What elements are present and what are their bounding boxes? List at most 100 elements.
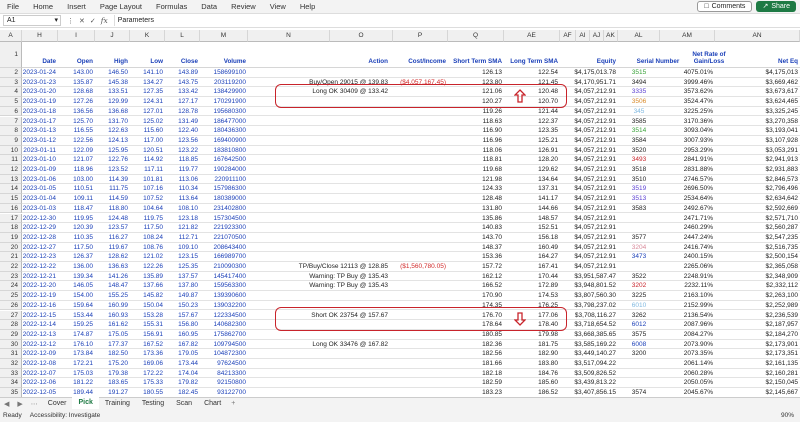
cell-close[interactable]: 127.17	[166, 97, 200, 107]
cell-date[interactable]: 2023-01-13	[22, 126, 58, 136]
cell-close[interactable]: 123.18	[166, 214, 200, 224]
cell-rate[interactable]: 2416.74%	[661, 243, 715, 253]
cell-volume[interactable]: 84213300	[202, 369, 248, 379]
cell-equity[interactable]: $4,057,212.91	[548, 184, 618, 194]
cell-equity[interactable]: $3,517,094.22	[548, 359, 618, 369]
cell-neteq[interactable]: $2,365,058	[716, 262, 800, 272]
row-number[interactable]: 8	[0, 126, 22, 136]
cell-equity[interactable]: $4,057,212.91	[548, 117, 618, 127]
cell-serial[interactable]: 3518	[620, 165, 660, 175]
cell-volume[interactable]: 138429900	[202, 87, 248, 97]
cell-open[interactable]: 122.09	[61, 146, 95, 156]
cell-high[interactable]: 122.63	[96, 126, 130, 136]
column-header-h[interactable]: H	[22, 30, 58, 42]
sheet-tab-chart[interactable]: Chart	[198, 398, 227, 410]
cell-close[interactable]: 123.56	[166, 136, 200, 146]
cell-rate[interactable]: 2136.54%	[661, 311, 715, 321]
cell-date[interactable]: 2023-01-12	[22, 136, 58, 146]
cell-ssma[interactable]: 148.37	[450, 243, 504, 253]
cell-date[interactable]: 2022-12-28	[22, 233, 58, 243]
row-number[interactable]: 1	[0, 42, 22, 68]
cell-volume[interactable]: 139390600	[202, 291, 248, 301]
cell-action[interactable]: Long OK 33476 @ 167.82	[250, 340, 390, 350]
cell-neteq[interactable]: $2,150,045	[716, 378, 800, 388]
row-number[interactable]: 15	[0, 194, 22, 204]
cell-volume[interactable]: 190284000	[202, 165, 248, 175]
cell-rate[interactable]: 3524.47%	[661, 97, 715, 107]
row-number[interactable]: 26	[0, 300, 22, 311]
cell-close[interactable]: 123.15	[166, 252, 200, 262]
cell-serial[interactable]: 3585	[620, 117, 660, 127]
cell-low[interactable]: 175.33	[131, 378, 165, 388]
cell-neteq[interactable]: $2,252,989	[716, 301, 800, 311]
cell-low[interactable]: 125.02	[131, 117, 165, 127]
cell-open[interactable]: 127.26	[61, 97, 95, 107]
cell-close[interactable]: 150.23	[166, 301, 200, 311]
cell-rate[interactable]: 2460.29%	[661, 223, 715, 233]
cell-date[interactable]: 2022-12-08	[22, 359, 58, 369]
cell-open[interactable]: 146.05	[61, 281, 95, 291]
name-box[interactable]: A1 ▾	[3, 15, 61, 26]
cell-rate[interactable]: 2492.67%	[661, 204, 715, 214]
cell-ssma[interactable]: 170.90	[450, 291, 504, 301]
cell-open[interactable]: 125.70	[61, 117, 95, 127]
cell-high[interactable]: 123.52	[96, 165, 130, 175]
cell-rate[interactable]: 2152.99%	[661, 301, 715, 311]
cell-serial[interactable]: 3506	[620, 97, 660, 107]
column-header-i[interactable]: I	[58, 30, 95, 42]
cell-low[interactable]: 134.27	[131, 78, 165, 88]
cell-low[interactable]: 117.50	[131, 223, 165, 233]
cell-close[interactable]: 109.10	[166, 243, 200, 253]
accessibility-status[interactable]: Accessibility: Investigate	[30, 412, 100, 419]
row-number[interactable]: 28	[0, 320, 22, 330]
cell-close[interactable]: 156.80	[166, 320, 200, 330]
cell-close[interactable]: 118.85	[166, 155, 200, 165]
cell-open[interactable]: 175.03	[61, 369, 95, 379]
column-header-ai[interactable]: AI	[576, 30, 590, 42]
row-number[interactable]: 10	[0, 145, 22, 156]
cell-rate[interactable]: 2841.91%	[661, 155, 715, 165]
cell-neteq[interactable]: $2,173,351	[716, 349, 800, 359]
cell-equity[interactable]: $3,449,140.27	[548, 349, 618, 359]
cell-low[interactable]: 120.51	[131, 146, 165, 156]
cell-ssma[interactable]: 182.56	[450, 349, 504, 359]
cell-equity[interactable]: $4,057,212.91	[548, 262, 618, 272]
cell-close[interactable]: 112.71	[166, 233, 200, 243]
cell-neteq[interactable]: $2,263,100	[716, 291, 800, 301]
cell-rate[interactable]: 3093.04%	[661, 126, 715, 136]
cell-serial[interactable]: 3262	[620, 311, 660, 321]
column-header-aj[interactable]: AJ	[590, 30, 604, 42]
enter-icon[interactable]: ✓	[90, 17, 96, 25]
cell-rate[interactable]: 2087.96%	[661, 320, 715, 330]
row-number[interactable]: 25	[0, 291, 22, 301]
share-button[interactable]: ↗ Share	[756, 1, 796, 12]
cell-date[interactable]: 2022-12-29	[22, 223, 58, 233]
cell-date[interactable]: 2022-12-22	[22, 262, 58, 272]
cell-neteq[interactable]: $2,941,913	[716, 155, 800, 165]
cell-rate[interactable]: 2265.06%	[661, 262, 715, 272]
cell-close[interactable]: 149.87	[166, 291, 200, 301]
cell-high[interactable]: 116.27	[96, 233, 130, 243]
column-header-an[interactable]: AN	[715, 30, 800, 42]
cell-low[interactable]: 122.26	[131, 262, 165, 272]
cell-volume[interactable]: 109794500	[202, 340, 248, 350]
cell-rate[interactable]: 2746.57%	[661, 175, 715, 185]
cell-neteq[interactable]: $2,332,112	[716, 281, 800, 291]
cell-open[interactable]: 154.00	[61, 291, 95, 301]
cell-date[interactable]: 2023-01-10	[22, 155, 58, 165]
row-number[interactable]: 30	[0, 339, 22, 350]
cell-open[interactable]: 118.47	[61, 204, 95, 214]
row-number[interactable]: 18	[0, 223, 22, 233]
row-number[interactable]: 21	[0, 252, 22, 262]
cell-rate[interactable]: 2060.28%	[661, 369, 715, 379]
cell-ssma[interactable]: 116.96	[450, 136, 504, 146]
cell-low[interactable]: 141.10	[131, 68, 165, 78]
cell-neteq[interactable]: $3,624,465	[716, 97, 800, 107]
cell-equity[interactable]: $3,807,560.30	[548, 291, 618, 301]
cell-open[interactable]: 103.00	[61, 175, 95, 185]
cell-volume[interactable]: 231402800	[202, 204, 248, 214]
cell-action[interactable]: Warning: TP Buy @ 135.43	[250, 281, 390, 291]
cell-neteq[interactable]: $2,547,235	[716, 233, 800, 243]
cell-date[interactable]: 2023-01-20	[22, 87, 58, 97]
cell-serial[interactable]: 3335	[620, 87, 660, 97]
